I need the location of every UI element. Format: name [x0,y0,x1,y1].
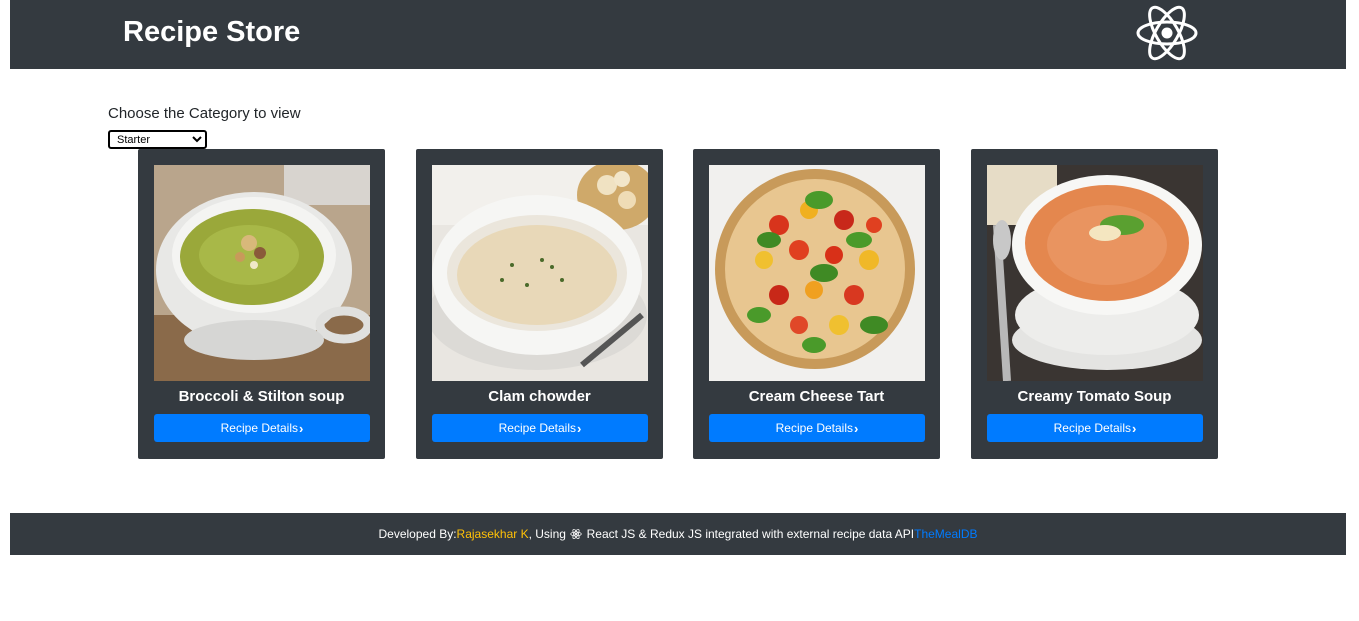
recipe-details-button[interactable]: Recipe Details › [432,414,648,442]
recipe-card: Creamy Tomato Soup Recipe Details › [971,149,1218,459]
recipe-card: Cream Cheese Tart Recipe Details › [693,149,940,459]
recipe-title: Clam chowder [488,388,591,405]
recipe-card: Broccoli & Stilton soup Recipe Details › [138,149,385,459]
author-link[interactable]: Rajasekhar K [457,527,529,541]
recipe-details-button[interactable]: Recipe Details › [709,414,925,442]
footer-prefix: Developed By: [378,527,457,541]
recipe-title: Creamy Tomato Soup [1017,388,1172,405]
footer-using-text: , Using [528,527,570,541]
recipe-title: Broccoli & Stilton soup [178,388,345,405]
recipe-details-button[interactable]: Recipe Details › [154,414,370,442]
recipe-details-label: Recipe Details [775,421,854,435]
recipe-details-label: Recipe Details [498,421,577,435]
category-label: Choose the Category to view [108,105,301,122]
recipe-details-label: Recipe Details [1053,421,1132,435]
recipe-image-tomato-soup [987,165,1203,381]
chevron-right-icon: › [1132,420,1137,436]
react-logo-icon [1136,5,1198,61]
recipe-image-broccoli-soup [154,165,370,381]
recipe-card: Clam chowder Recipe Details › [416,149,663,459]
header: Recipe Store [10,0,1346,69]
recipe-image-clam-chowder [432,165,648,381]
footer-description: React JS & Redux JS integrated with exte… [583,527,915,541]
recipe-details-label: Recipe Details [220,421,299,435]
chevron-right-icon: › [577,420,582,436]
category-select[interactable]: Starter [108,130,207,149]
recipe-title: Cream Cheese Tart [748,388,885,405]
recipe-details-button[interactable]: Recipe Details › [987,414,1203,442]
recipe-image-cream-cheese-tart [709,165,925,381]
react-small-icon [570,528,582,540]
footer: Developed By: Rajasekhar K, Using React J… [10,513,1346,555]
app-title: Recipe Store [123,16,301,48]
chevron-right-icon: › [854,420,859,436]
chevron-right-icon: › [299,420,304,436]
api-link[interactable]: TheMealDB [914,527,977,541]
